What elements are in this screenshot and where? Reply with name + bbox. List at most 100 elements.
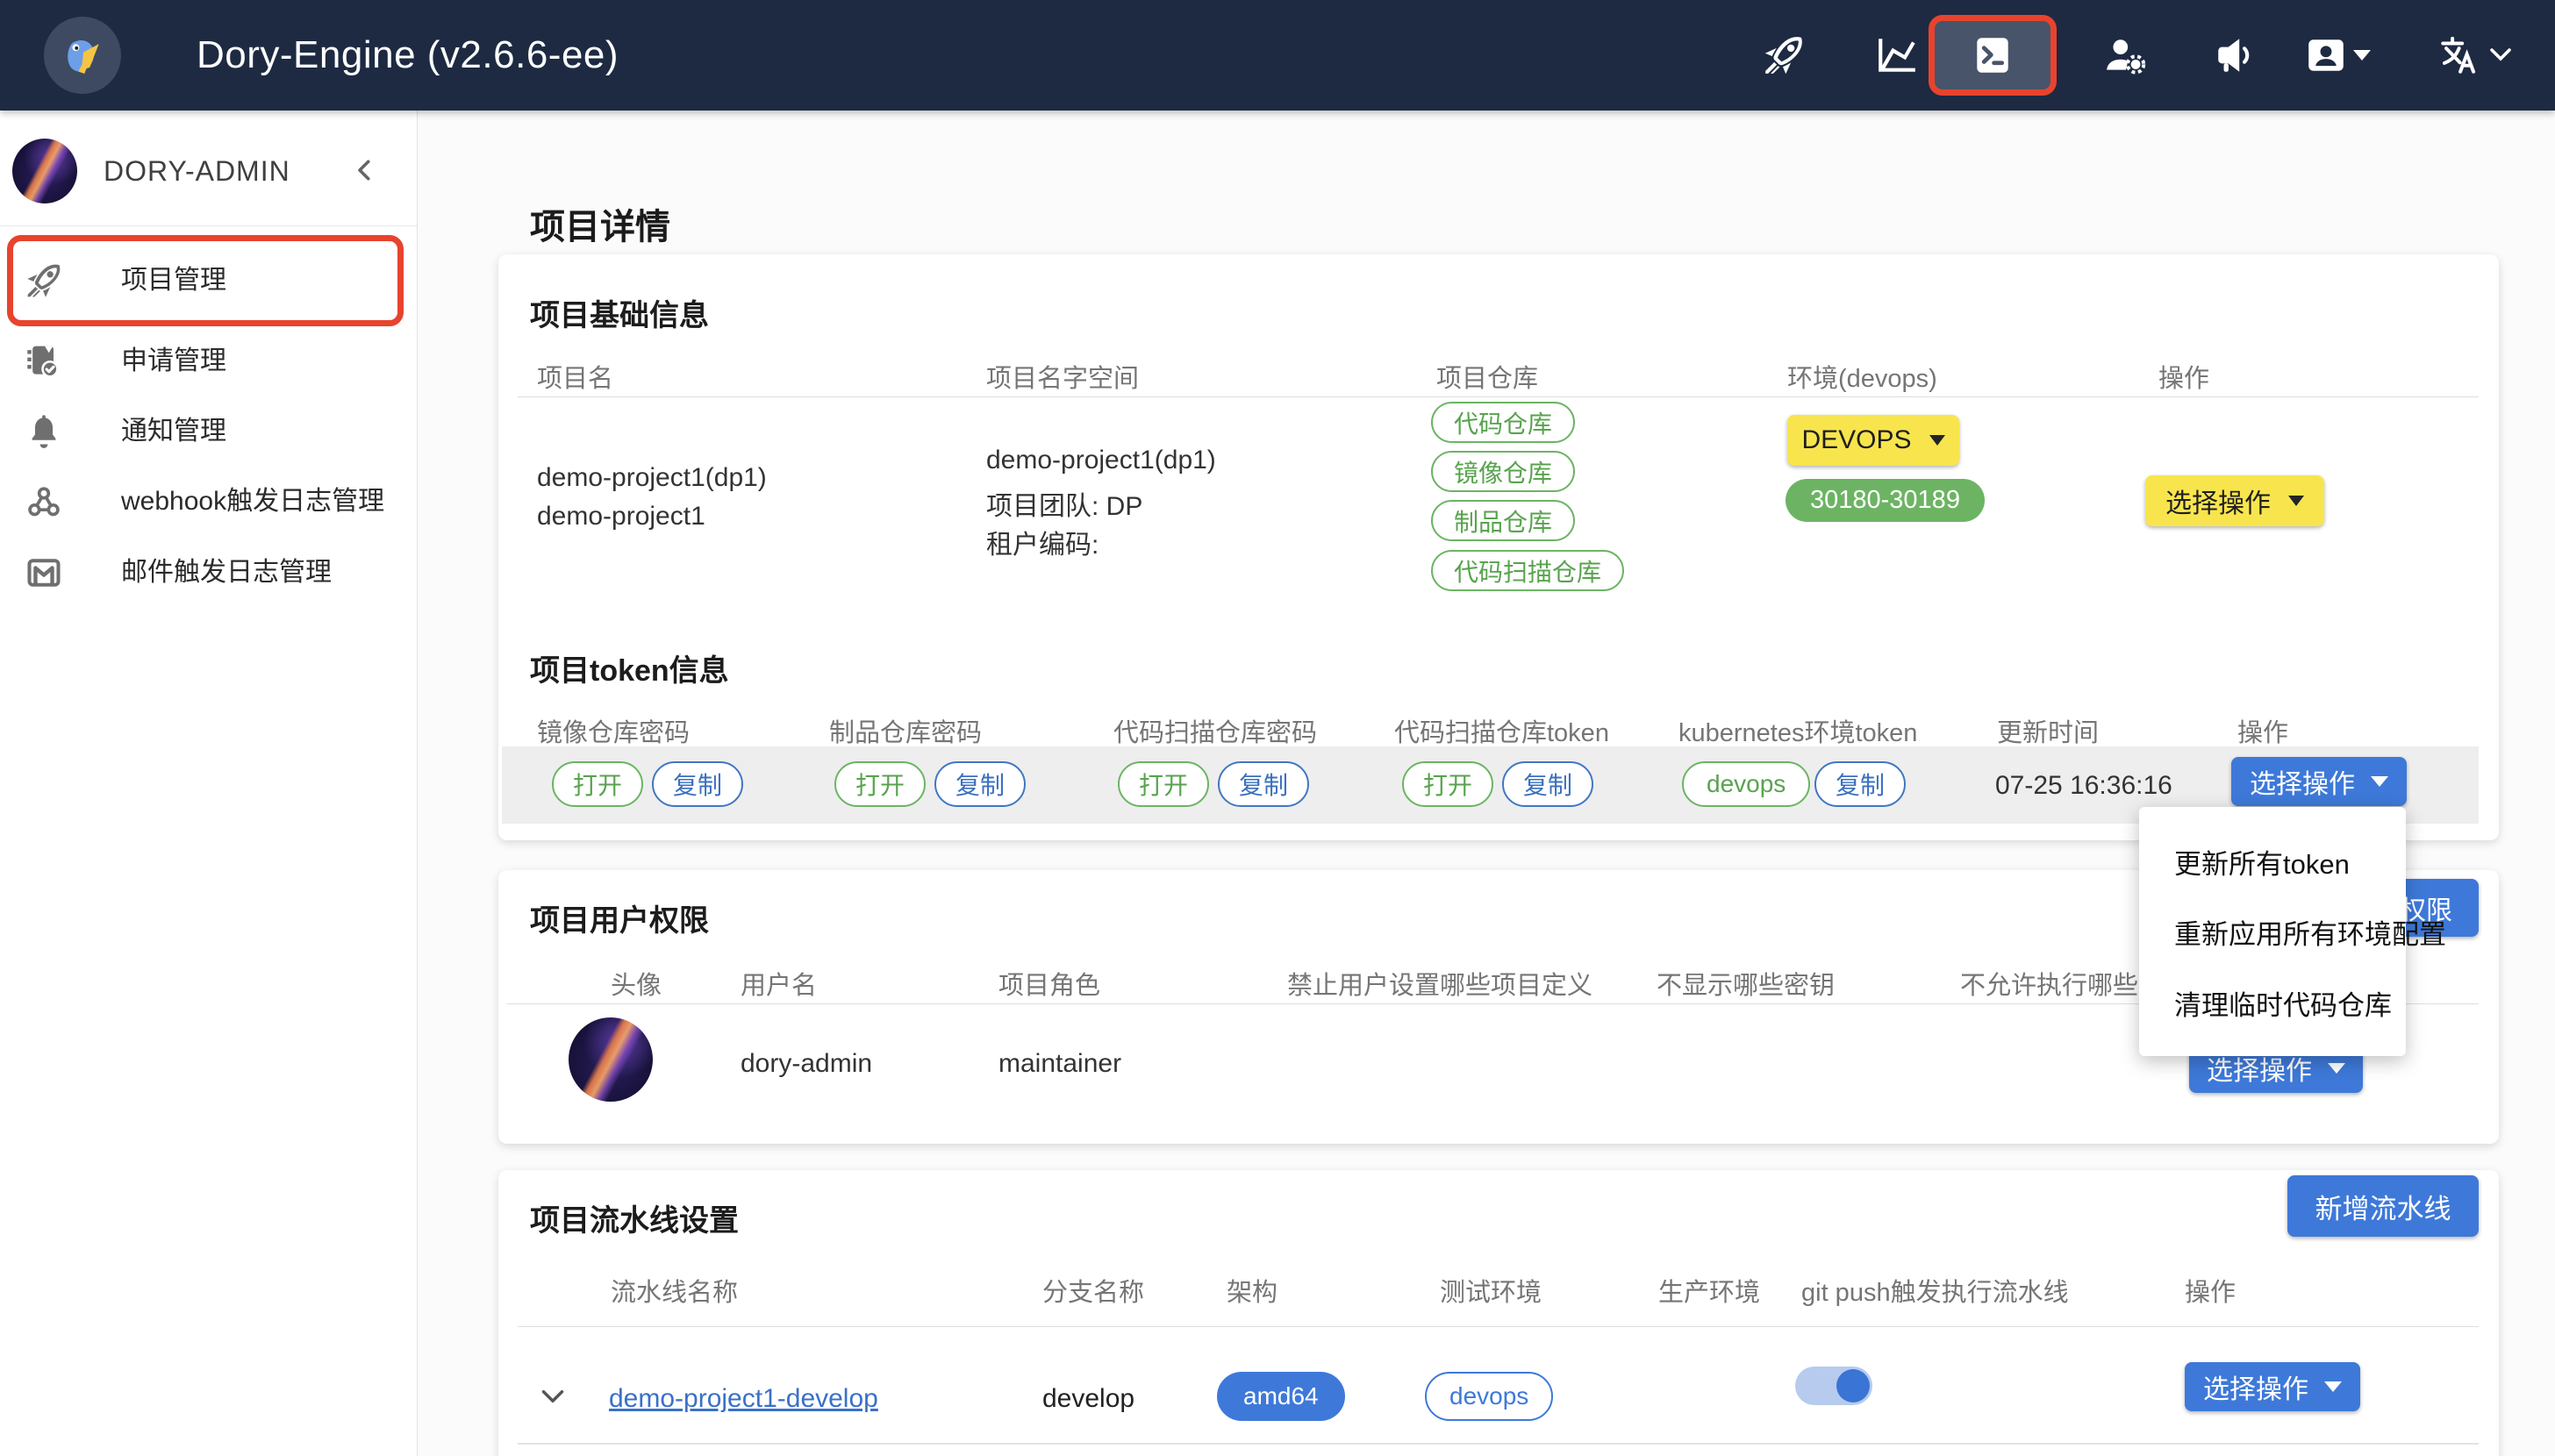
sidebar-item-label: 通知管理 (121, 405, 226, 458)
col-kubernetes-token: kubernetes环境token (1678, 712, 1917, 749)
row-bottom-divider (518, 1443, 2479, 1445)
env-devops-dropdown-button[interactable]: DEVOPS (1787, 415, 1959, 466)
open-image-password-button[interactable]: 打开 (552, 761, 643, 807)
col-hidden-secrets: 不显示哪些密钥 (1657, 965, 1835, 1002)
col-scan-repo-token: 代码扫描仓库token (1394, 712, 1609, 749)
col-updated-at: 更新时间 (1997, 712, 2099, 749)
language-caret-icon[interactable] (2488, 46, 2513, 65)
copy-kubernetes-token-button[interactable]: 复制 (1814, 761, 1906, 807)
sidebar-item-webhook-log-management[interactable]: webhook触发日志管理 (0, 475, 417, 528)
terminal-button-highlighted[interactable] (1929, 15, 2057, 96)
col-repos: 项目仓库 (1436, 358, 1538, 395)
sidebar-item-mail-log-management[interactable]: 邮件触发日志管理 (0, 546, 417, 599)
user-settings-icon[interactable] (2102, 32, 2148, 78)
col-namespace: 项目名字空间 (986, 358, 1139, 395)
col-pipeline-name: 流水线名称 (611, 1272, 738, 1309)
webhook-icon (25, 482, 63, 521)
menu-item-refresh-all-tokens[interactable]: 更新所有token (2139, 823, 2406, 900)
repo-chip-image[interactable]: 镜像仓库 (1431, 451, 1575, 492)
sidebar-item-notification-management[interactable]: 通知管理 (0, 405, 417, 458)
sidebar-item-label: webhook触发日志管理 (121, 475, 384, 528)
col-project-name: 项目名 (537, 358, 613, 395)
kubernetes-token-env-chip[interactable]: devops (1682, 761, 1810, 807)
arch-pill: amd64 (1217, 1372, 1345, 1421)
copy-scan-password-button[interactable]: 复制 (1218, 761, 1309, 807)
sidebar-collapse-icon[interactable] (349, 154, 381, 186)
workspace-name: DORY-ADMIN (104, 139, 290, 203)
table-header-divider (518, 1326, 2479, 1327)
repo-chip-code[interactable]: 代码仓库 (1431, 402, 1575, 443)
sidebar-item-request-management[interactable]: 申请管理 (0, 335, 417, 388)
copy-image-password-button[interactable]: 复制 (652, 761, 743, 807)
open-scan-password-button[interactable]: 打开 (1118, 761, 1209, 807)
test-env-pill[interactable]: devops (1425, 1372, 1553, 1421)
top-header-bar: Dory-Engine (v2.6.6-ee) (0, 0, 2555, 111)
col-forbid-defs: 禁止用户设置哪些项目定义 (1287, 965, 1592, 1002)
menu-item-clean-temp-repos[interactable]: 清理临时代码仓库 (2139, 964, 2406, 1041)
app-root: Dory-Engine (v2.6.6-ee) (0, 0, 2555, 1456)
user-avatar (569, 1017, 653, 1102)
sidebar-item-label: 邮件触发日志管理 (121, 546, 332, 599)
sidebar-item-label: 申请管理 (121, 335, 226, 388)
col-actions: 操作 (2158, 358, 2209, 395)
git-push-trigger-toggle[interactable] (1795, 1367, 1872, 1405)
add-pipeline-button[interactable]: 新增流水线 (2287, 1175, 2479, 1237)
sidebar-item-project-management[interactable]: 项目管理 (0, 254, 417, 307)
col-username: 用户名 (741, 965, 817, 1002)
rocket-nav-icon[interactable] (1761, 32, 1807, 78)
sidebar-divider (0, 225, 417, 226)
expand-row-chevron-icon[interactable] (537, 1381, 569, 1412)
basic-info-action-button[interactable]: 选择操作 (2145, 475, 2324, 526)
menu-item-reapply-env-configs[interactable]: 重新应用所有环境配置 (2139, 893, 2406, 970)
account-card-icon[interactable] (2303, 32, 2349, 78)
caret-down-icon (2371, 776, 2388, 787)
action-label: 选择操作 (2165, 482, 2271, 520)
open-scan-token-button[interactable]: 打开 (1402, 761, 1493, 807)
terminal-icon (1971, 33, 2015, 77)
token-action-dropdown-menu: 更新所有token 重新应用所有环境配置 清理临时代码仓库 (2139, 807, 2406, 1056)
section-title-token-info: 项目token信息 (530, 646, 729, 689)
account-caret-icon[interactable] (2353, 50, 2371, 61)
copy-artifact-password-button[interactable]: 复制 (934, 761, 1026, 807)
pipeline-row-action-button[interactable]: 选择操作 (2185, 1362, 2360, 1411)
col-scan-repo-password: 代码扫描仓库密码 (1113, 712, 1317, 749)
page-title: 项目详情 (530, 198, 670, 249)
caret-down-icon (2288, 496, 2304, 506)
action-label: 选择操作 (2203, 1367, 2308, 1406)
sidebar: DORY-ADMIN 项目管理 申请管理 (0, 111, 418, 1456)
announcement-icon[interactable] (2212, 32, 2258, 78)
rocket-icon (25, 261, 63, 300)
col-artifact-repo-password: 制品仓库密码 (829, 712, 982, 749)
username-cell: dory-admin (741, 1049, 872, 1079)
col-avatar: 头像 (611, 965, 662, 1002)
caret-down-icon (2324, 1381, 2342, 1392)
monitor-chart-icon[interactable] (1874, 32, 1920, 78)
section-title-basic-info: 项目基础信息 (530, 291, 709, 334)
role-cell: maintainer (998, 1049, 1121, 1079)
dory-fish-icon (58, 31, 107, 80)
token-action-button-open[interactable]: 选择操作 (2231, 757, 2407, 806)
project-name-line1: demo-project1(dp1) (537, 463, 767, 493)
namespace-line2: 项目团队: DP (986, 484, 1142, 523)
project-name-line2: demo-project1 (537, 502, 705, 532)
translate-icon[interactable] (2436, 32, 2481, 78)
pipeline-name-link[interactable]: demo-project1-develop (609, 1384, 878, 1414)
section-title-pipelines: 项目流水线设置 (530, 1196, 739, 1239)
col-image-repo-password: 镜像仓库密码 (537, 712, 690, 749)
bell-icon (25, 412, 63, 451)
table-header-divider (518, 396, 2479, 397)
namespace-line3: 租户编码: (986, 523, 1099, 561)
token-updated-at: 07-25 16:36:16 (1995, 771, 2172, 801)
env-name: DEVOPS (1801, 425, 1911, 455)
col-prod-env: 生产环境 (1658, 1272, 1760, 1309)
open-artifact-password-button[interactable]: 打开 (834, 761, 926, 807)
workspace-avatar (12, 139, 77, 203)
col-arch: 架构 (1227, 1272, 1278, 1309)
copy-scan-token-button[interactable]: 复制 (1502, 761, 1593, 807)
repo-chip-artifact[interactable]: 制品仓库 (1431, 500, 1575, 541)
mail-icon (25, 553, 63, 592)
section-title-user-permissions: 项目用户权限 (530, 896, 709, 939)
col-env: 环境(devops) (1787, 358, 1937, 395)
repo-chip-code-scan[interactable]: 代码扫描仓库 (1431, 550, 1624, 591)
env-port-range-badge: 30180-30189 (1786, 479, 1985, 522)
